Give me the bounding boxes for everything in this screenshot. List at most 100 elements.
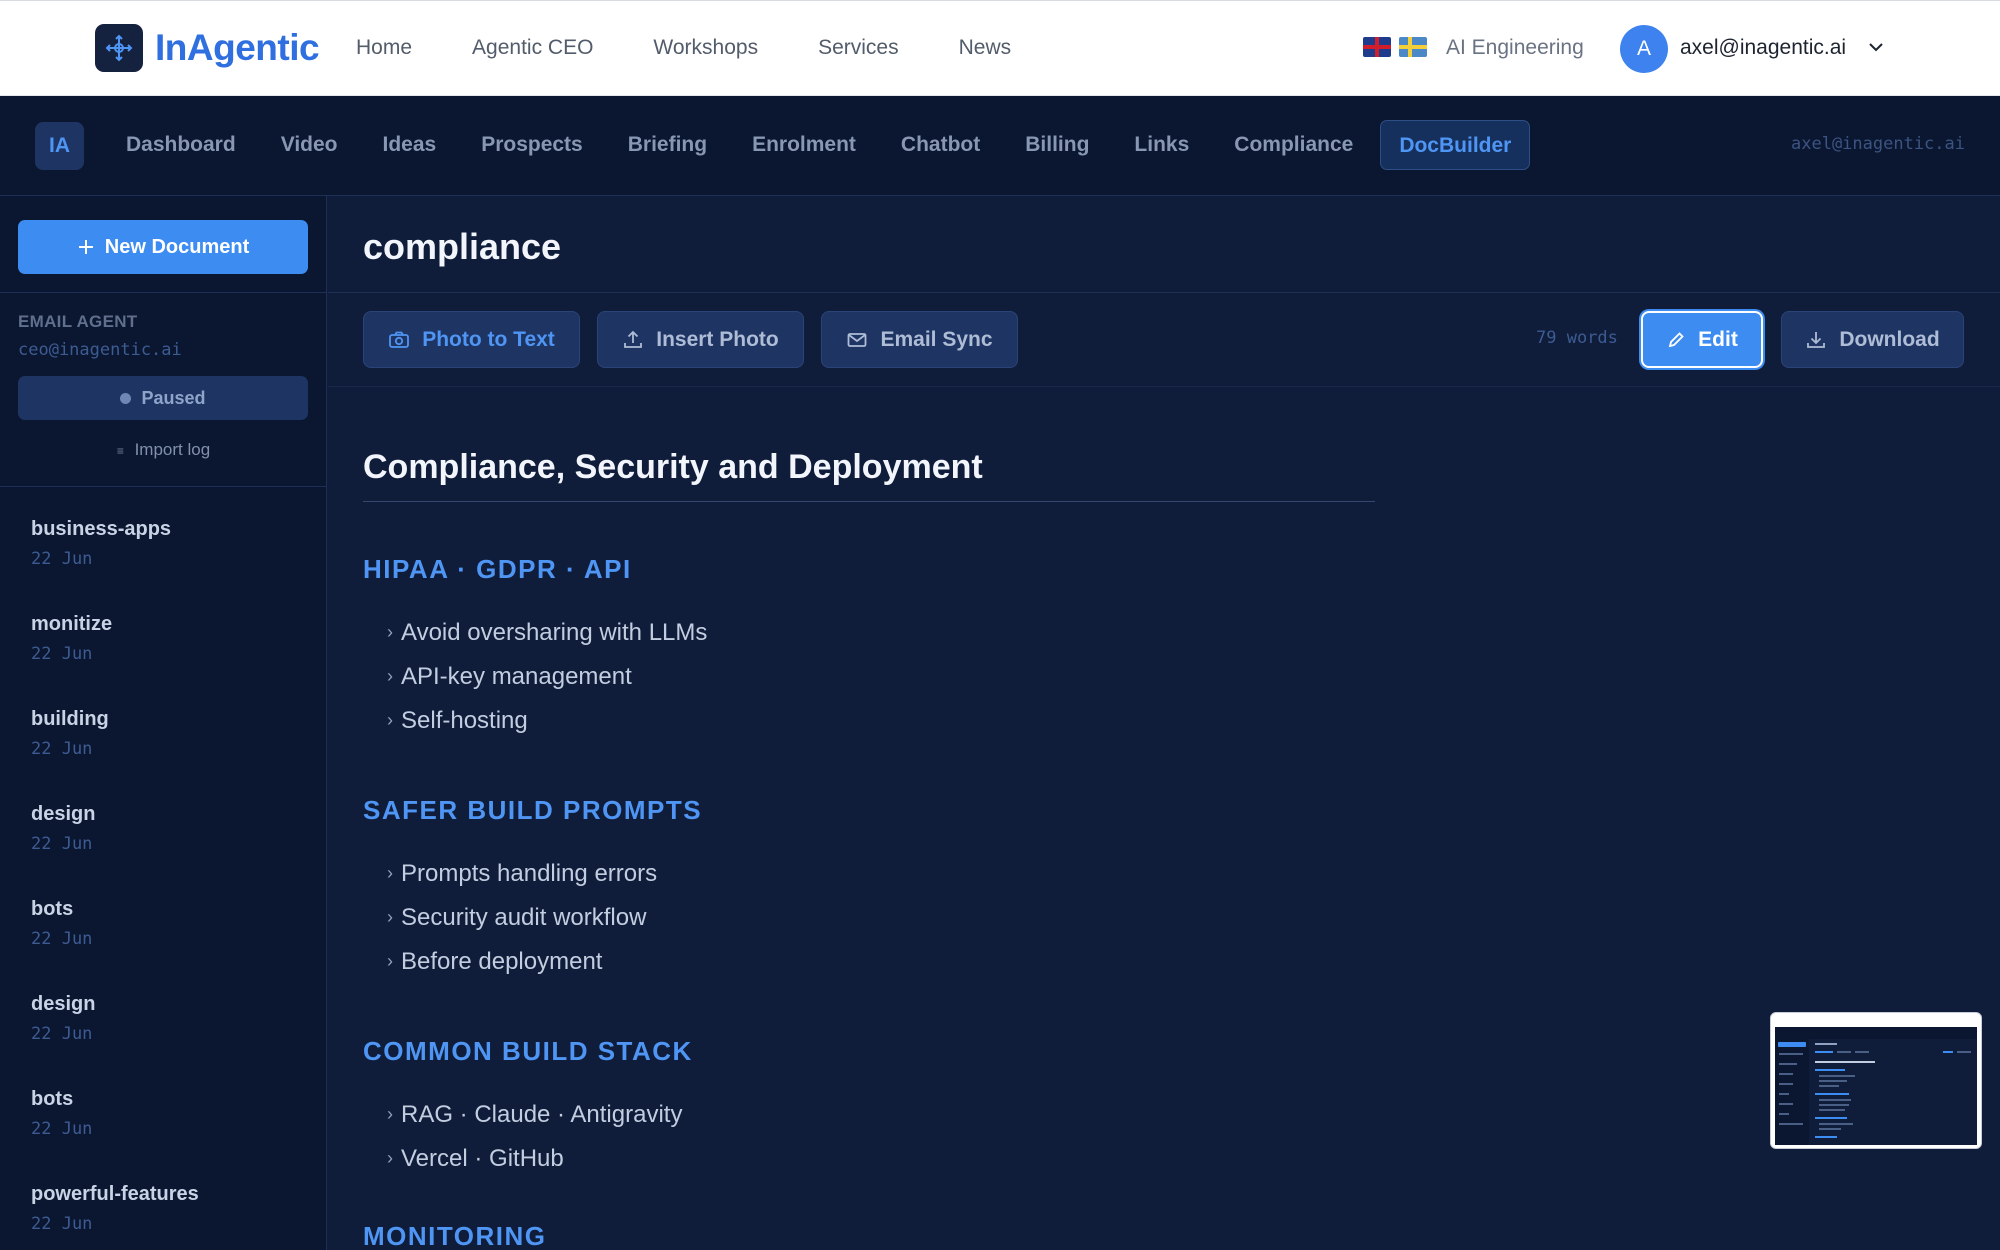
- download-button[interactable]: Download: [1781, 311, 1964, 368]
- bullet-text: RAG · Claude · Antigravity: [401, 1101, 683, 1128]
- mail-icon: [848, 332, 867, 347]
- insert-photo-button[interactable]: Insert Photo: [597, 311, 804, 368]
- section-heading: COMMON BUILD STACK: [363, 1036, 693, 1066]
- tab-video[interactable]: Video: [263, 120, 356, 170]
- tab-docbuilder[interactable]: DocBuilder: [1380, 120, 1531, 170]
- edit-label: Edit: [1698, 327, 1738, 351]
- uk-flag-icon[interactable]: [1363, 37, 1391, 57]
- site-nav: Home Agentic CEO Workshops Services News: [356, 36, 1071, 60]
- list-item[interactable]: bots 22 Jun: [31, 1088, 199, 1183]
- chevron-down-icon[interactable]: [1866, 37, 1886, 57]
- document-date: 22 Jun: [31, 1024, 93, 1044]
- document-name: monitize: [31, 613, 113, 635]
- edit-button[interactable]: Edit: [1641, 311, 1763, 368]
- ai-engineering-link[interactable]: AI Engineering: [1446, 36, 1584, 60]
- divider: [0, 486, 327, 487]
- tab-dashboard[interactable]: Dashboard: [108, 120, 254, 170]
- document-heading: Compliance, Security and Deployment: [363, 448, 1375, 502]
- chevron-right-icon: ›: [387, 666, 393, 686]
- list-item: › Before deployment: [387, 940, 1375, 984]
- plus-icon: [78, 240, 93, 254]
- page-thumbnail-preview[interactable]: [1770, 1012, 1982, 1149]
- document-date: 22 Jun: [31, 644, 93, 664]
- new-document-label: New Document: [104, 235, 250, 258]
- document-date: 22 Jun: [31, 739, 93, 759]
- bullet-text: Security audit workflow: [401, 904, 647, 931]
- email-agent-address: ceo@inagentic.ai: [18, 340, 182, 360]
- download-label: Download: [1839, 327, 1940, 351]
- pencil-icon: [1668, 331, 1684, 347]
- new-document-button[interactable]: New Document: [18, 220, 308, 274]
- email-sync-button[interactable]: Email Sync: [821, 311, 1018, 368]
- list-item: › Security audit workflow: [387, 896, 1375, 940]
- sweden-flag-icon[interactable]: [1399, 37, 1427, 57]
- thumbnail-image: [1775, 1017, 1977, 1145]
- nav-news[interactable]: News: [959, 36, 1012, 60]
- document-list: business-apps 22 Jun monitize 22 Jun bui…: [31, 518, 199, 1250]
- agent-status-toggle[interactable]: Paused: [18, 376, 308, 420]
- agent-status-label: Paused: [141, 387, 206, 408]
- import-log-link[interactable]: ≡ Import log: [0, 440, 327, 460]
- bullet-text: Vercel · GitHub: [401, 1145, 564, 1172]
- app-nav: IA Dashboard Video Ideas Prospects Brief…: [0, 96, 2000, 196]
- list-item[interactable]: design 22 Jun: [31, 803, 199, 898]
- download-icon: [1807, 331, 1826, 348]
- user-email[interactable]: axel@inagentic.ai: [1680, 36, 1846, 60]
- list-item: › Self-hosting: [387, 699, 1375, 743]
- document-name: building: [31, 708, 109, 730]
- list-item[interactable]: building 22 Jun: [31, 708, 199, 803]
- tab-chatbot[interactable]: Chatbot: [883, 120, 998, 170]
- sidebar: New Document EMAIL AGENT ceo@inagentic.a…: [0, 196, 327, 1250]
- list-item: › Avoid oversharing with LLMs: [387, 611, 1375, 655]
- nav-services[interactable]: Services: [818, 36, 899, 60]
- document-name: bots: [31, 898, 74, 920]
- brand-name: InAgentic: [155, 27, 320, 68]
- nav-agentic-ceo[interactable]: Agentic CEO: [472, 36, 593, 60]
- email-sync-label: Email Sync: [880, 327, 993, 351]
- list-item[interactable]: powerful-features 22 Jun: [31, 1183, 199, 1250]
- list-item[interactable]: monitize 22 Jun: [31, 613, 199, 708]
- tab-links[interactable]: Links: [1116, 120, 1207, 170]
- chevron-right-icon: ›: [387, 951, 393, 971]
- list-icon: ≡: [116, 444, 124, 458]
- document-date: 22 Jun: [31, 929, 93, 949]
- bullet-text: API-key management: [401, 663, 632, 690]
- avatar[interactable]: A: [1620, 25, 1668, 73]
- document-date: 22 Jun: [31, 1214, 93, 1234]
- nav-home[interactable]: Home: [356, 36, 412, 60]
- site-header: InAgentic Home Agentic CEO Workshops Ser…: [0, 0, 2000, 96]
- chevron-right-icon: ›: [387, 1148, 393, 1168]
- list-item[interactable]: bots 22 Jun: [31, 898, 199, 993]
- tab-billing[interactable]: Billing: [1007, 120, 1107, 170]
- divider: [0, 292, 327, 293]
- list-item: › API-key management: [387, 655, 1375, 699]
- document-date: 22 Jun: [31, 549, 93, 569]
- tab-prospects[interactable]: Prospects: [463, 120, 601, 170]
- chevron-right-icon: ›: [387, 1104, 393, 1124]
- tab-briefing[interactable]: Briefing: [610, 120, 725, 170]
- logo-icon: [95, 24, 143, 72]
- chevron-right-icon: ›: [387, 863, 393, 883]
- app-badge[interactable]: IA: [35, 122, 84, 170]
- document-name: design: [31, 803, 96, 825]
- tab-compliance[interactable]: Compliance: [1216, 120, 1371, 170]
- document-name: bots: [31, 1088, 74, 1110]
- list-item[interactable]: design 22 Jun: [31, 993, 199, 1088]
- list-item[interactable]: business-apps 22 Jun: [31, 518, 199, 613]
- status-dot-icon: [120, 392, 132, 404]
- document-date: 22 Jun: [31, 1119, 93, 1139]
- app-tabs: Dashboard Video Ideas Prospects Briefing…: [108, 120, 1539, 170]
- brand[interactable]: InAgentic: [95, 24, 320, 72]
- tab-enrolment[interactable]: Enrolment: [734, 120, 874, 170]
- tab-ideas[interactable]: Ideas: [364, 120, 454, 170]
- app-user-email: axel@inagentic.ai: [1791, 134, 1965, 154]
- nav-workshops[interactable]: Workshops: [653, 36, 758, 60]
- chevron-right-icon: ›: [387, 710, 393, 730]
- camera-icon: [389, 331, 410, 348]
- photo-to-text-button[interactable]: Photo to Text: [363, 311, 580, 368]
- insert-photo-label: Insert Photo: [656, 327, 779, 351]
- section-heading: MONITORING: [363, 1221, 547, 1250]
- document-name: powerful-features: [31, 1183, 199, 1205]
- document-body[interactable]: Compliance, Security and Deployment HIPA…: [363, 448, 1375, 1250]
- list-item: › Prompts handling errors: [387, 852, 1375, 896]
